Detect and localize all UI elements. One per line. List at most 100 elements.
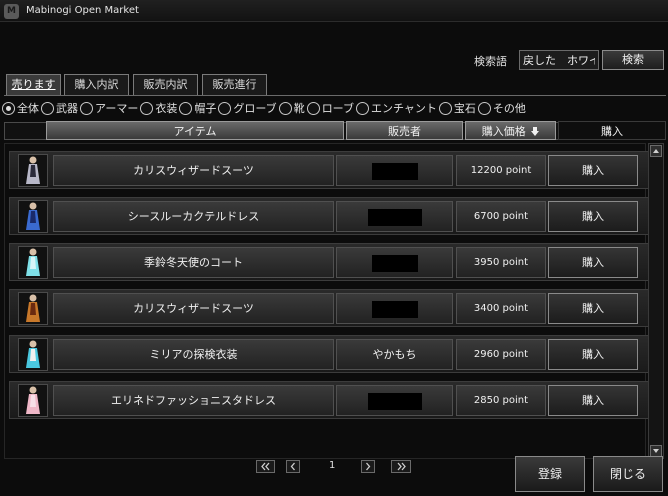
seller-name: [336, 247, 453, 278]
seller-name: やかもち: [336, 339, 453, 370]
radio-button[interactable]: [179, 101, 193, 115]
window-title: Mabinogi Open Market: [26, 5, 139, 16]
listing-row: カリスウィザードスーツ 3400 point 購入: [9, 289, 649, 327]
radio-button[interactable]: [477, 101, 491, 115]
buy-button[interactable]: 購入: [548, 155, 638, 186]
item-price: 3400 point: [456, 293, 546, 324]
buy-button[interactable]: 購入: [548, 339, 638, 370]
category-filter-option[interactable]: その他: [477, 100, 526, 116]
category-filter-label: 武器: [56, 102, 78, 115]
search-input[interactable]: [519, 50, 599, 70]
listing-row: 季鈴冬天使のコート 3950 point 購入: [9, 243, 649, 281]
arrow-down-icon: [531, 127, 540, 136]
first-page-button[interactable]: [256, 460, 275, 473]
item-name: カリスウィザードスーツ: [53, 155, 334, 186]
double-chevron-right-icon: [397, 462, 406, 471]
buy-button[interactable]: 購入: [548, 385, 638, 416]
search-button[interactable]: 検索: [602, 50, 664, 70]
category-filter-option[interactable]: 全体: [2, 100, 39, 116]
item-thumbnail: [18, 384, 48, 417]
redacted-seller: [368, 393, 422, 410]
item-thumbnail: [18, 200, 48, 233]
listing-row: ミリアの探検衣装 やかもち 2960 point 購入: [9, 335, 649, 373]
category-filter-label: 宝石: [453, 102, 476, 115]
category-filter-label: ローブ: [321, 102, 355, 115]
seller-name: [336, 201, 453, 232]
costume-icon: [26, 202, 40, 230]
category-filter-option[interactable]: グローブ: [218, 100, 277, 116]
costume-icon: [26, 156, 40, 184]
category-filter-option[interactable]: 宝石: [438, 100, 476, 116]
tab-sales-in-progress[interactable]: 販売進行: [202, 74, 267, 95]
item-name: エリネドファッショニスタドレス: [53, 385, 334, 416]
category-filter-label: エンチャント: [371, 102, 437, 115]
previous-page-button[interactable]: [286, 460, 300, 473]
buy-button[interactable]: 購入: [548, 247, 638, 278]
scrollbar[interactable]: [648, 143, 664, 459]
column-header-price-label: 購入価格: [481, 125, 526, 138]
category-filter-option[interactable]: 靴: [278, 100, 305, 116]
category-filter-label: アーマー: [95, 102, 139, 115]
triangle-down-icon: [653, 449, 659, 453]
category-filter-group: 全体 武器 アーマー 衣装 帽子 グローブ 靴 ローブ エンチャント 宝石 その他: [2, 99, 528, 117]
close-button[interactable]: 閉じる: [593, 456, 663, 492]
item-price: 6700 point: [456, 201, 546, 232]
category-filter-option[interactable]: 武器: [41, 100, 78, 116]
category-filter-option[interactable]: ローブ: [306, 100, 355, 116]
radio-button[interactable]: [2, 101, 15, 115]
item-price: 12200 point: [456, 155, 546, 186]
radio-button[interactable]: [41, 101, 54, 115]
next-page-button[interactable]: [361, 460, 375, 473]
tab-sales-history[interactable]: 販売内訳: [133, 74, 198, 95]
radio-button[interactable]: [278, 101, 292, 115]
costume-icon: [26, 386, 40, 414]
category-filter-option[interactable]: アーマー: [80, 100, 138, 116]
item-name: カリスウィザードスーツ: [53, 293, 334, 324]
category-filter-label: グローブ: [233, 102, 277, 115]
item-name: 季鈴冬天使のコート: [53, 247, 334, 278]
tab-purchase-history[interactable]: 購入内訳: [64, 74, 129, 95]
radio-button[interactable]: [356, 101, 370, 115]
column-header-item[interactable]: アイテム: [46, 121, 344, 140]
costume-icon: [26, 294, 40, 322]
listing-row: シースルーカクテルドレス 6700 point 購入: [9, 197, 649, 235]
column-header-buy: 購入: [558, 121, 666, 140]
search-label: 検索語: [474, 55, 507, 68]
item-name: ミリアの探検衣装: [53, 339, 334, 370]
chevron-right-icon: [366, 462, 371, 471]
seller-name: [336, 155, 453, 186]
double-chevron-left-icon: [261, 462, 270, 471]
item-thumbnail: [18, 246, 48, 279]
category-filter-label: 全体: [17, 102, 39, 115]
category-filter-label: 靴: [293, 102, 305, 115]
title-bar: M Mabinogi Open Market: [0, 0, 668, 22]
listing-row: カリスウィザードスーツ 12200 point 購入: [9, 151, 649, 189]
item-price: 2960 point: [456, 339, 546, 370]
radio-button[interactable]: [438, 101, 452, 115]
seller-name: [336, 293, 453, 324]
radio-button[interactable]: [140, 101, 154, 115]
last-page-button[interactable]: [391, 460, 411, 473]
tab-divider: [4, 95, 666, 96]
column-header-seller[interactable]: 販売者: [346, 121, 463, 140]
category-filter-option[interactable]: 帽子: [179, 100, 216, 116]
radio-button[interactable]: [306, 101, 320, 115]
listing-row: エリネドファッショニスタドレス 2850 point 購入: [9, 381, 649, 419]
buy-button[interactable]: 購入: [548, 293, 638, 324]
scroll-up-button[interactable]: [650, 145, 662, 157]
radio-button[interactable]: [218, 101, 232, 115]
column-header-price[interactable]: 購入価格: [465, 121, 556, 140]
category-filter-label: 衣装: [155, 102, 178, 115]
seller-name: [336, 385, 453, 416]
costume-icon: [26, 340, 40, 368]
redacted-seller: [368, 209, 422, 226]
category-filter-option[interactable]: 衣装: [140, 100, 177, 116]
radio-button[interactable]: [80, 101, 93, 115]
triangle-up-icon: [653, 149, 659, 153]
register-button[interactable]: 登録: [515, 456, 585, 492]
tab-sell[interactable]: 売ります: [6, 74, 61, 95]
buy-button[interactable]: 購入: [548, 201, 638, 232]
redacted-seller: [372, 255, 418, 272]
category-filter-option[interactable]: エンチャント: [356, 100, 437, 116]
listing-table: カリスウィザードスーツ 12200 point 購入 シースルーカクテルドレス 6700…: [4, 143, 649, 459]
